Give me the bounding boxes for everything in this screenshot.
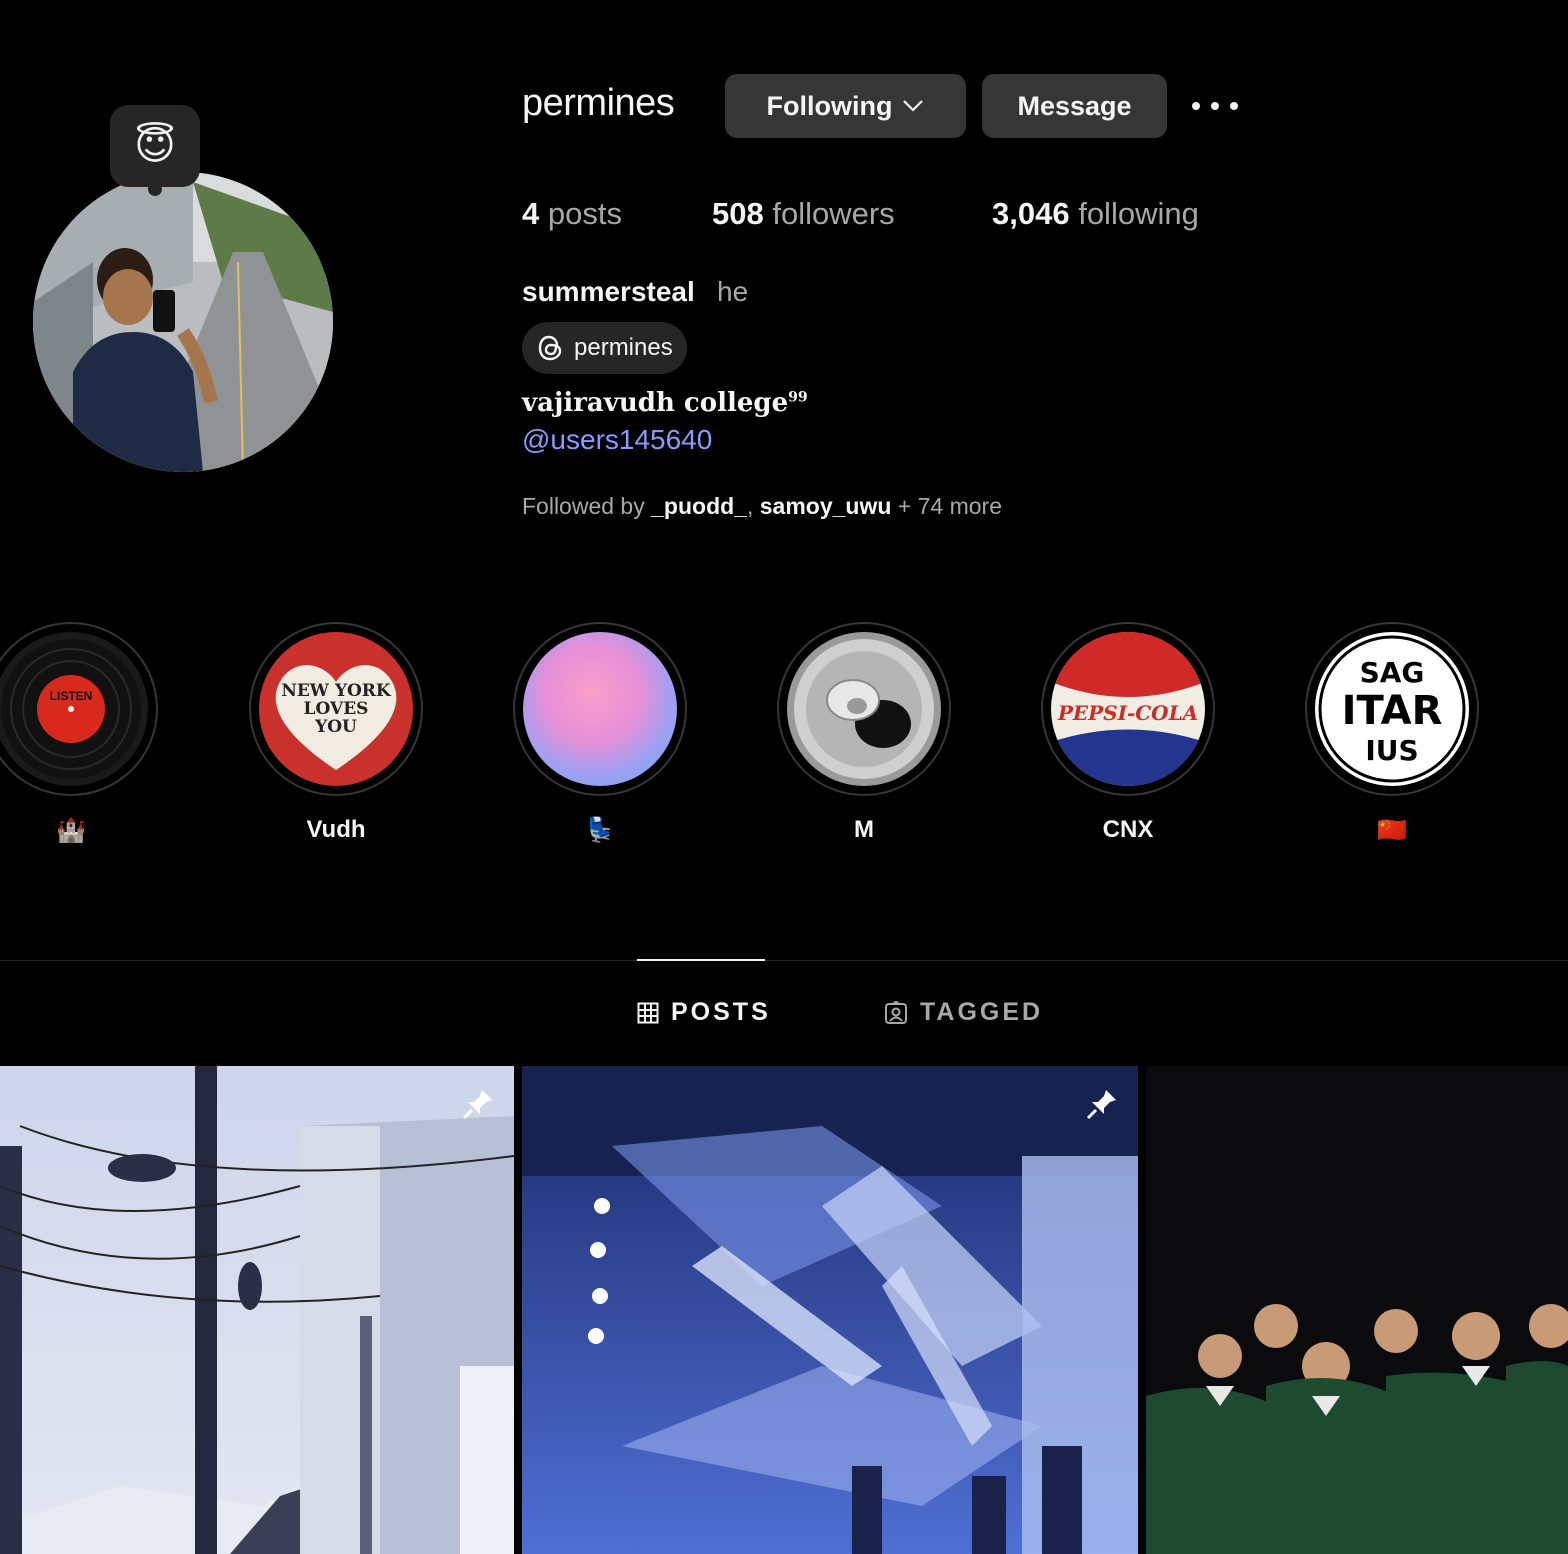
pin-icon xyxy=(462,1090,492,1120)
post-thumbnail[interactable] xyxy=(522,1066,1138,1554)
followers-stat[interactable]: 508 followers xyxy=(712,196,895,232)
bio-mention-link[interactable]: @users145640 xyxy=(522,424,712,456)
grid-icon xyxy=(637,1002,659,1023)
followed-by-separator: , xyxy=(746,493,754,519)
tab-posts[interactable]: POSTS xyxy=(637,998,771,1027)
profile-avatar[interactable] xyxy=(33,172,333,472)
followers-count: 508 xyxy=(712,196,764,231)
note-bubble[interactable]: 😇 xyxy=(110,105,200,196)
cover-text-line: LOVES xyxy=(303,699,369,719)
tabs-divider xyxy=(0,960,1568,961)
pin-icon xyxy=(1086,1090,1116,1120)
chevron-down-icon xyxy=(903,100,924,112)
posts-count: 4 xyxy=(522,196,540,231)
threads-icon xyxy=(538,335,562,361)
highlight-label: 🇨🇳 xyxy=(1377,817,1407,844)
threads-handle: permines xyxy=(574,334,673,361)
tab-tagged-label: TAGGED xyxy=(920,998,1044,1026)
highlight-cover: PEPSI-COLA xyxy=(1051,632,1205,786)
highlight-label: CNX xyxy=(1102,816,1154,843)
highlight-cover: SAG ITAR IUS xyxy=(1315,632,1469,786)
tagged-icon xyxy=(885,1000,907,1024)
highlight-cover: NEW YORK LOVES YOU xyxy=(259,632,413,786)
bio-text: vajiravudh college xyxy=(522,388,789,418)
highlight-label: 💺 xyxy=(585,817,615,844)
cover-text-line: SAG xyxy=(1360,656,1425,689)
highlight-m[interactable] xyxy=(777,622,951,796)
followers-label: followers xyxy=(772,196,895,231)
highlight-cnx[interactable]: PEPSI-COLA xyxy=(1041,622,1215,796)
following-stat[interactable]: 3,046 following xyxy=(992,196,1199,232)
highlight-vudh[interactable]: NEW YORK LOVES YOU xyxy=(249,622,423,796)
cover-text-line: NEW YORK xyxy=(281,681,391,701)
highlight-gradient[interactable] xyxy=(513,622,687,796)
tab-posts-label: POSTS xyxy=(671,998,771,1026)
highlight-sagittarius[interactable]: SAG ITAR IUS xyxy=(1305,622,1479,796)
followed-by-more: + 74 more xyxy=(897,493,1002,519)
post-thumbnail[interactable] xyxy=(0,1066,514,1554)
following-button[interactable]: Following xyxy=(725,74,966,138)
tab-tagged[interactable]: TAGGED xyxy=(884,998,1043,1027)
cover-text-line: YOU xyxy=(315,717,357,737)
followed-by-user-2: samoy_uwu xyxy=(759,493,892,519)
profile-username: permines xyxy=(522,82,675,124)
profile-full-name: summersteal xyxy=(522,276,695,307)
highlight-record[interactable]: LISTEN xyxy=(0,622,158,796)
post-thumbnail[interactable] xyxy=(1146,1066,1568,1554)
profile-pronoun: he xyxy=(717,276,749,307)
halo-smile-emoji: 😇 xyxy=(134,124,176,168)
following-label: Following xyxy=(766,90,893,121)
bio-superscript: 99 xyxy=(788,389,808,406)
highlight-label: M xyxy=(854,816,874,843)
followed-by-user-1: _puodd_ xyxy=(651,493,747,519)
highlight-label: 🏰 xyxy=(56,817,86,844)
cover-text-pepsi: PEPSI-COLA xyxy=(1057,701,1198,725)
threads-badge[interactable]: permines xyxy=(522,322,687,374)
cover-text-line: IUS xyxy=(1365,734,1418,767)
following-stat-label: following xyxy=(1078,196,1199,231)
cover-text-line: ITAR xyxy=(1342,688,1443,734)
posts-stat: 4 posts xyxy=(522,196,622,232)
following-count: 3,046 xyxy=(992,196,1070,231)
highlight-cover xyxy=(787,632,941,786)
followed-by-prefix: Followed by xyxy=(522,493,645,519)
svg-text:LISTEN: LISTEN xyxy=(50,689,93,703)
highlight-cover: LISTEN xyxy=(0,632,148,786)
highlight-label: Vudh xyxy=(306,816,366,843)
profile-bio: vajiravudh college99 xyxy=(522,388,808,418)
more-options-icon[interactable] xyxy=(1192,90,1238,122)
message-button[interactable]: Message xyxy=(982,74,1167,138)
message-label: Message xyxy=(1017,90,1132,121)
highlight-cover xyxy=(523,632,677,786)
followed-by[interactable]: Followed by _puodd_, samoy_uwu + 74 more xyxy=(522,493,1002,520)
active-tab-indicator xyxy=(637,959,765,961)
posts-label: posts xyxy=(547,196,622,231)
